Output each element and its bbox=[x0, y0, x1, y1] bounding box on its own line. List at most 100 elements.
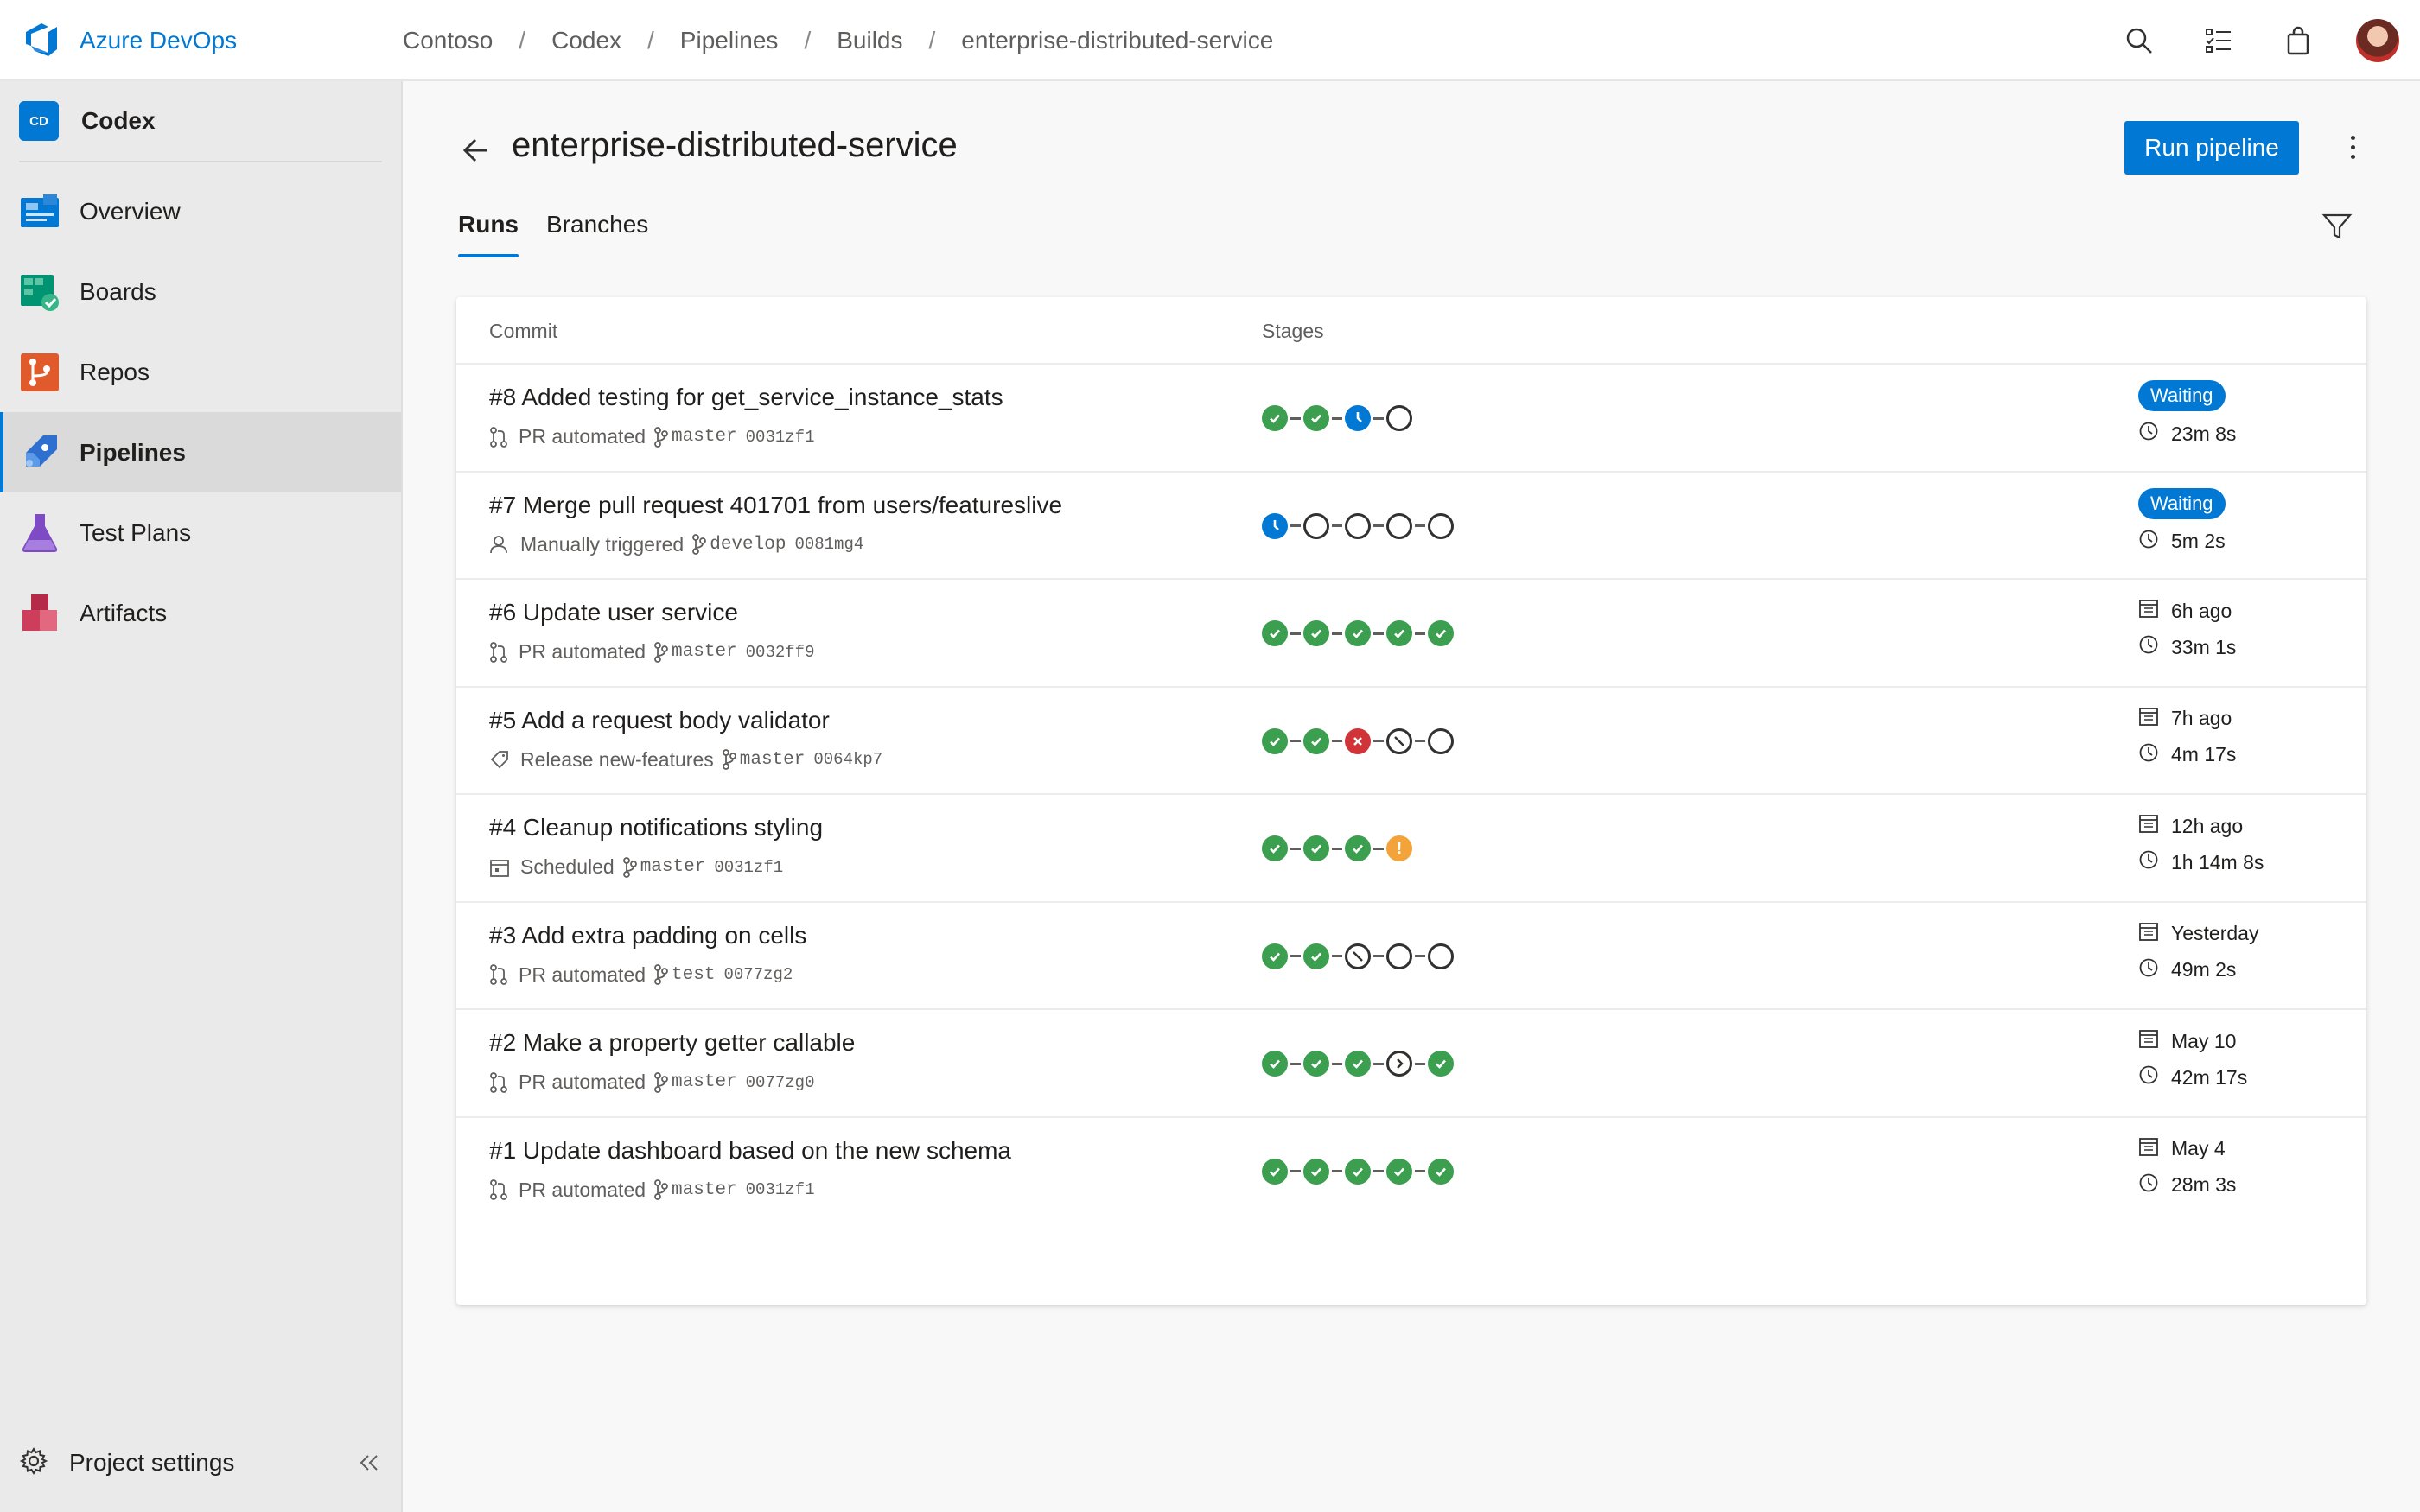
sidebar-item-artifacts[interactable]: Artifacts bbox=[0, 573, 401, 653]
stage-succeeded-icon[interactable] bbox=[1262, 835, 1288, 861]
stage-pending-icon[interactable] bbox=[1386, 405, 1412, 431]
stage-succeeded-icon[interactable] bbox=[1262, 620, 1288, 646]
sidebar-item-overview[interactable]: Overview bbox=[0, 171, 401, 251]
run-date: 12h ago bbox=[2138, 810, 2264, 842]
project-settings[interactable]: Project settings bbox=[19, 1441, 382, 1484]
run-pipeline-button[interactable]: Run pipeline bbox=[2124, 121, 2299, 175]
stage-succeeded-icon[interactable] bbox=[1262, 1051, 1288, 1077]
task-list-icon[interactable] bbox=[2197, 19, 2240, 62]
run-commit-hash: 0032ff9 bbox=[745, 642, 815, 662]
stage-pending-icon[interactable] bbox=[1345, 512, 1371, 539]
stage-pending-icon[interactable] bbox=[1428, 727, 1454, 754]
collapse-sidebar-icon[interactable] bbox=[356, 1450, 382, 1480]
breadcrumb-separator: / bbox=[519, 27, 526, 54]
run-duration: 33m 1s bbox=[2138, 632, 2236, 663]
stage-succeeded-icon[interactable] bbox=[1262, 943, 1288, 969]
stage-pending-icon[interactable] bbox=[1386, 512, 1412, 539]
calendar-icon bbox=[2138, 1028, 2171, 1054]
stage-connector bbox=[1290, 1170, 1301, 1172]
stage-succeeded-icon[interactable] bbox=[1345, 620, 1371, 646]
breadcrumb-pipelines[interactable]: Pipelines bbox=[680, 27, 779, 54]
back-arrow-icon[interactable] bbox=[458, 133, 493, 172]
run-commit-hash: 0064kp7 bbox=[813, 750, 883, 769]
stage-succeeded-icon[interactable] bbox=[1345, 835, 1371, 861]
run-title[interactable]: #5 Add a request body validator bbox=[489, 707, 830, 734]
stage-succeeded-icon[interactable] bbox=[1303, 943, 1329, 969]
sidebar-item-pipelines[interactable]: Pipelines bbox=[0, 412, 401, 492]
stage-succeeded-icon[interactable] bbox=[1428, 1158, 1454, 1185]
breadcrumb-organization[interactable]: Contoso bbox=[403, 27, 493, 54]
project-header[interactable]: CD Codex bbox=[19, 100, 156, 142]
project-badge: CD bbox=[19, 101, 59, 141]
run-duration-text: 28m 3s bbox=[2171, 1173, 2237, 1196]
stage-skipped-icon[interactable] bbox=[1345, 943, 1371, 969]
breadcrumb-pipeline[interactable]: enterprise-distributed-service bbox=[961, 27, 1273, 54]
stage-succeeded-icon[interactable] bbox=[1303, 405, 1329, 431]
stage-succeeded-icon[interactable] bbox=[1345, 1051, 1371, 1077]
stage-warning-icon[interactable]: ! bbox=[1386, 835, 1412, 861]
stage-pending-icon[interactable] bbox=[1303, 512, 1329, 539]
brand[interactable]: Azure DevOps bbox=[22, 19, 237, 62]
main-content: enterprise-distributed-service Run pipel… bbox=[404, 81, 2420, 1512]
stage-succeeded-icon[interactable] bbox=[1428, 1051, 1454, 1077]
stage-connector bbox=[1373, 1170, 1384, 1172]
stage-succeeded-icon[interactable] bbox=[1303, 1158, 1329, 1185]
top-bar: Azure DevOps Contoso / Codex / Pipelines… bbox=[0, 0, 2420, 81]
filter-icon[interactable] bbox=[2321, 211, 2353, 246]
table-row[interactable]: #2 Make a property getter callable PR au… bbox=[456, 1010, 2366, 1118]
stage-succeeded-icon[interactable] bbox=[1303, 727, 1329, 754]
stage-pending-icon[interactable] bbox=[1428, 943, 1454, 969]
stage-succeeded-icon[interactable] bbox=[1386, 1158, 1412, 1185]
stage-failed-icon[interactable] bbox=[1345, 727, 1371, 754]
run-title[interactable]: #7 Merge pull request 401701 from users/… bbox=[489, 492, 1062, 519]
table-row[interactable]: #5 Add a request body validator Release … bbox=[456, 688, 2366, 795]
run-title[interactable]: #1 Update dashboard based on the new sch… bbox=[489, 1137, 1011, 1165]
tab-branches[interactable]: Branches bbox=[546, 211, 648, 257]
run-meta: PR automated master 0077zg0 bbox=[489, 1070, 814, 1094]
stage-running-icon[interactable] bbox=[1262, 512, 1288, 539]
table-row[interactable]: #3 Add extra padding on cells PR automat… bbox=[456, 903, 2366, 1010]
stage-connector bbox=[1415, 740, 1425, 742]
stage-succeeded-icon[interactable] bbox=[1428, 620, 1454, 646]
stage-queued-icon[interactable] bbox=[1386, 1051, 1412, 1077]
shopping-bag-icon[interactable] bbox=[2277, 19, 2320, 62]
run-title[interactable]: #6 Update user service bbox=[489, 599, 738, 626]
stage-pending-icon[interactable] bbox=[1428, 512, 1454, 539]
run-title[interactable]: #2 Make a property getter callable bbox=[489, 1029, 855, 1057]
stage-succeeded-icon[interactable] bbox=[1386, 620, 1412, 646]
stage-running-icon[interactable] bbox=[1345, 405, 1371, 431]
table-row[interactable]: #8 Added testing for get_service_instanc… bbox=[456, 365, 2366, 473]
stage-succeeded-icon[interactable] bbox=[1303, 1051, 1329, 1077]
table-row[interactable]: #1 Update dashboard based on the new sch… bbox=[456, 1118, 2366, 1226]
sidebar-item-test-plans[interactable]: Test Plans bbox=[0, 492, 401, 573]
stage-succeeded-icon[interactable] bbox=[1262, 405, 1288, 431]
run-duration-text: 49m 2s bbox=[2171, 958, 2237, 981]
table-row[interactable]: #7 Merge pull request 401701 from users/… bbox=[456, 473, 2366, 580]
table-row[interactable]: #4 Cleanup notifications styling Schedul… bbox=[456, 795, 2366, 903]
stage-succeeded-icon[interactable] bbox=[1262, 727, 1288, 754]
stage-succeeded-icon[interactable] bbox=[1303, 620, 1329, 646]
run-title[interactable]: #8 Added testing for get_service_instanc… bbox=[489, 384, 1003, 411]
table-row[interactable]: #6 Update user service PR automated mast… bbox=[456, 580, 2366, 688]
breadcrumb-builds[interactable]: Builds bbox=[837, 27, 902, 54]
run-date-text: May 10 bbox=[2171, 1029, 2237, 1052]
run-duration-text: 1h 14m 8s bbox=[2171, 850, 2264, 874]
more-actions-icon[interactable] bbox=[2335, 130, 2370, 164]
stage-pending-icon[interactable] bbox=[1386, 943, 1412, 969]
breadcrumb-project[interactable]: Codex bbox=[551, 27, 621, 54]
stage-succeeded-icon[interactable] bbox=[1345, 1158, 1371, 1185]
stage-succeeded-icon[interactable] bbox=[1303, 835, 1329, 861]
sidebar-item-repos[interactable]: Repos bbox=[0, 332, 401, 412]
stage-connector bbox=[1290, 740, 1301, 742]
run-duration: 23m 8s bbox=[2138, 418, 2236, 449]
tab-runs[interactable]: Runs bbox=[458, 211, 519, 257]
run-duration-text: 42m 17s bbox=[2171, 1065, 2248, 1089]
search-icon[interactable] bbox=[2118, 19, 2161, 62]
sidebar-item-boards[interactable]: Boards bbox=[0, 251, 401, 332]
user-avatar[interactable] bbox=[2356, 19, 2399, 62]
stage-succeeded-icon[interactable] bbox=[1262, 1158, 1288, 1185]
run-branch: master bbox=[640, 857, 706, 877]
stage-skipped-icon[interactable] bbox=[1386, 727, 1412, 754]
run-title[interactable]: #3 Add extra padding on cells bbox=[489, 922, 806, 950]
run-title[interactable]: #4 Cleanup notifications styling bbox=[489, 814, 823, 842]
